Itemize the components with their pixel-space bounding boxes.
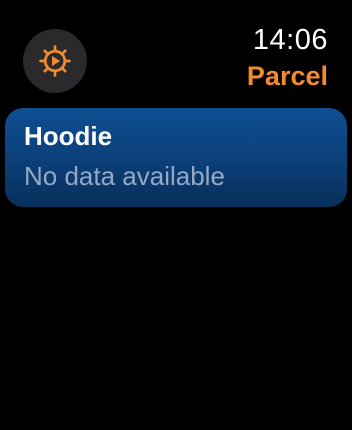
clock-time: 14:06 [252, 24, 328, 56]
parcel-name: Hoodie [24, 121, 113, 151]
settings-button[interactable] [23, 29, 87, 93]
parcel-status: No data available [24, 161, 225, 191]
gear-icon [38, 44, 72, 78]
parcel-card-hoodie[interactable]: Hoodie No data available [5, 108, 347, 207]
app-title: Parcel [246, 61, 328, 91]
